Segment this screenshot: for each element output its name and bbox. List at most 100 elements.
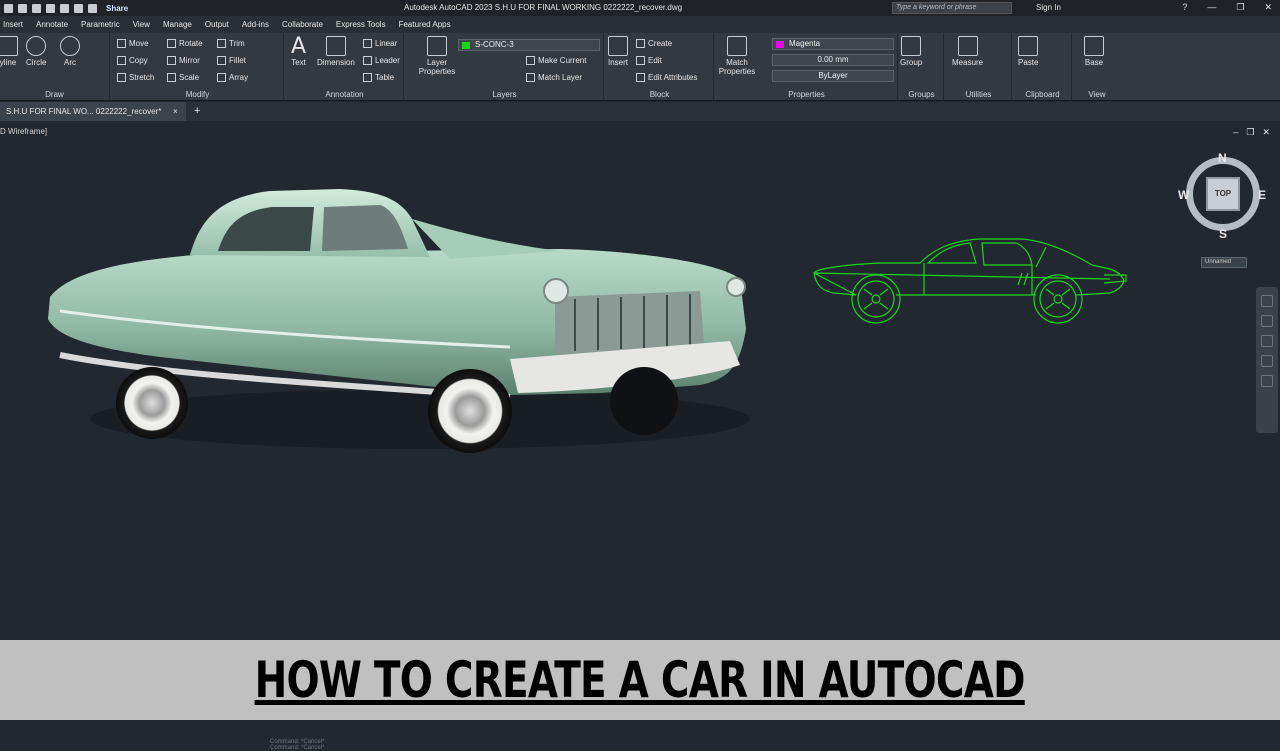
match-properties-icon <box>727 36 747 56</box>
tab-insert[interactable]: Insert <box>3 20 23 29</box>
mirror-icon <box>167 56 176 65</box>
edit-attributes-button[interactable]: Edit Attributes <box>636 73 697 82</box>
viewport-close-icon[interactable]: ✕ <box>1262 127 1270 138</box>
make-current-button[interactable]: Make Current <box>526 56 586 65</box>
group-tool[interactable]: Group <box>900 36 922 67</box>
vintage-car-image <box>48 189 750 453</box>
modify-panel-label[interactable]: Modify <box>112 90 283 99</box>
open-icon[interactable] <box>4 3 13 13</box>
view-panel-label[interactable]: View <box>1074 90 1120 99</box>
insert-tool[interactable]: Insert <box>608 36 628 67</box>
viewcube[interactable]: TOP N S E W <box>1178 151 1270 245</box>
tab-output[interactable]: Output <box>205 20 229 29</box>
leader-icon <box>363 56 372 65</box>
match-properties-tool[interactable]: Match Properties <box>717 36 757 76</box>
edit-block-icon <box>636 56 645 65</box>
move-button[interactable]: Move <box>117 39 149 48</box>
cad-car-drawing <box>813 238 1127 324</box>
layer-properties-tool[interactable]: Layer Properties <box>416 36 458 76</box>
tab-annotate[interactable]: Annotate <box>36 20 68 29</box>
compass-north[interactable]: N <box>1218 151 1227 165</box>
match-layer-button[interactable]: Match Layer <box>526 73 582 82</box>
drawing-viewport[interactable]: D Wireframe] – ❐ ✕ TOP N S E W Unnamed C… <box>0 121 1280 751</box>
color-dropdown[interactable]: Magenta <box>772 38 894 50</box>
mirror-button[interactable]: Mirror <box>167 56 200 65</box>
arc-tool[interactable]: Arc <box>60 36 80 67</box>
ucs-menu[interactable]: Unnamed <box>1201 257 1247 268</box>
title-banner: HOW TO CREATE A CAR IN AUTOCAD <box>0 640 1280 720</box>
tab-manage[interactable]: Manage <box>163 20 192 29</box>
compass-south[interactable]: S <box>1219 227 1227 241</box>
print-icon[interactable] <box>60 3 69 13</box>
circle-tool[interactable]: Circle <box>26 36 46 67</box>
properties-panel-label[interactable]: Properties <box>716 90 897 99</box>
undo-icon[interactable] <box>74 3 83 13</box>
help-icon[interactable]: ? <box>1182 2 1187 13</box>
viewport-restore-icon[interactable]: ❐ <box>1246 127 1254 138</box>
base-tool[interactable]: Base <box>1084 36 1104 67</box>
clipboard-panel-label[interactable]: Clipboard <box>1014 90 1071 99</box>
save-icon[interactable] <box>18 3 27 13</box>
lineweight-dropdown[interactable]: 0.00 mm <box>772 54 894 66</box>
utilities-panel-label[interactable]: Utilities <box>946 90 1011 99</box>
copy-button[interactable]: Copy <box>117 56 148 65</box>
leader-button[interactable]: Leader <box>363 56 400 65</box>
sign-in-button[interactable]: Sign In <box>1036 3 1061 12</box>
tab-addins[interactable]: Add-ins <box>242 20 269 29</box>
orbit-icon[interactable] <box>1261 355 1273 367</box>
tab-parametric[interactable]: Parametric <box>81 20 120 29</box>
paste-icon <box>1018 36 1039 56</box>
pan-icon[interactable] <box>1261 315 1273 327</box>
rotate-icon <box>167 39 176 48</box>
document-tab[interactable]: S.H.U FOR FINAL WO... 0222222_recover* <box>0 102 186 121</box>
block-panel-label[interactable]: Block <box>606 90 713 99</box>
tab-view[interactable]: View <box>133 20 150 29</box>
view-panel: Base View <box>1074 33 1120 101</box>
paste-tool[interactable]: Paste <box>1018 36 1038 67</box>
layer-dropdown[interactable]: S-CONC-3 <box>458 39 600 51</box>
trim-button[interactable]: Trim <box>217 39 245 48</box>
annotation-panel-label[interactable]: Annotation <box>286 90 403 99</box>
array-button[interactable]: Array <box>217 73 248 82</box>
viewport-minimize-icon[interactable]: – <box>1233 127 1238 138</box>
close-tab-icon[interactable]: × <box>173 107 178 116</box>
linear-button[interactable]: Linear <box>363 39 397 48</box>
maximize-icon[interactable]: ❐ <box>1236 2 1244 13</box>
create-block-button[interactable]: Create <box>636 39 672 48</box>
measure-tool[interactable]: Measure <box>952 36 983 67</box>
rotate-button[interactable]: Rotate <box>167 39 203 48</box>
groups-panel-label[interactable]: Groups <box>900 90 943 99</box>
draw-panel-label[interactable]: Draw <box>0 90 109 99</box>
search-input[interactable]: Type a keyword or phrase <box>892 2 1012 14</box>
cloud-icon[interactable] <box>46 3 55 13</box>
viewport-style-label[interactable]: D Wireframe] <box>0 127 47 136</box>
tab-featured-apps[interactable]: Featured Apps <box>399 20 451 29</box>
new-tab-icon[interactable]: + <box>194 105 200 117</box>
scale-button[interactable]: Scale <box>167 73 199 82</box>
compass-east[interactable]: E <box>1258 188 1266 202</box>
viewcube-top-face[interactable]: TOP <box>1206 177 1240 211</box>
stretch-button[interactable]: Stretch <box>117 73 154 82</box>
layers-panel-label[interactable]: Layers <box>406 90 603 99</box>
tab-collaborate[interactable]: Collaborate <box>282 20 323 29</box>
polyline-tool[interactable]: yline <box>0 36 18 67</box>
quick-access-toolbar: Share <box>0 3 128 13</box>
steering-wheel-icon[interactable] <box>1261 295 1273 307</box>
edit-attributes-icon <box>636 73 645 82</box>
showmotion-icon[interactable] <box>1261 375 1273 387</box>
zoom-icon[interactable] <box>1261 335 1273 347</box>
tab-express-tools[interactable]: Express Tools <box>336 20 386 29</box>
edit-block-button[interactable]: Edit <box>636 56 662 65</box>
minimize-icon[interactable]: — <box>1207 2 1216 13</box>
fillet-button[interactable]: Fillet <box>217 56 246 65</box>
compass-west[interactable]: W <box>1178 188 1189 202</box>
close-icon[interactable]: ✕ <box>1264 2 1272 13</box>
redo-icon[interactable] <box>88 3 97 13</box>
dimension-tool[interactable]: Dimension <box>317 36 355 67</box>
saveas-icon[interactable] <box>32 3 41 13</box>
share-button[interactable]: Share <box>106 4 128 13</box>
text-tool[interactable]: A Text <box>291 36 306 68</box>
table-button[interactable]: Table <box>363 73 394 82</box>
linetype-dropdown[interactable]: ByLayer <box>772 70 894 82</box>
clipboard-panel: Paste Clipboard <box>1014 33 1072 101</box>
